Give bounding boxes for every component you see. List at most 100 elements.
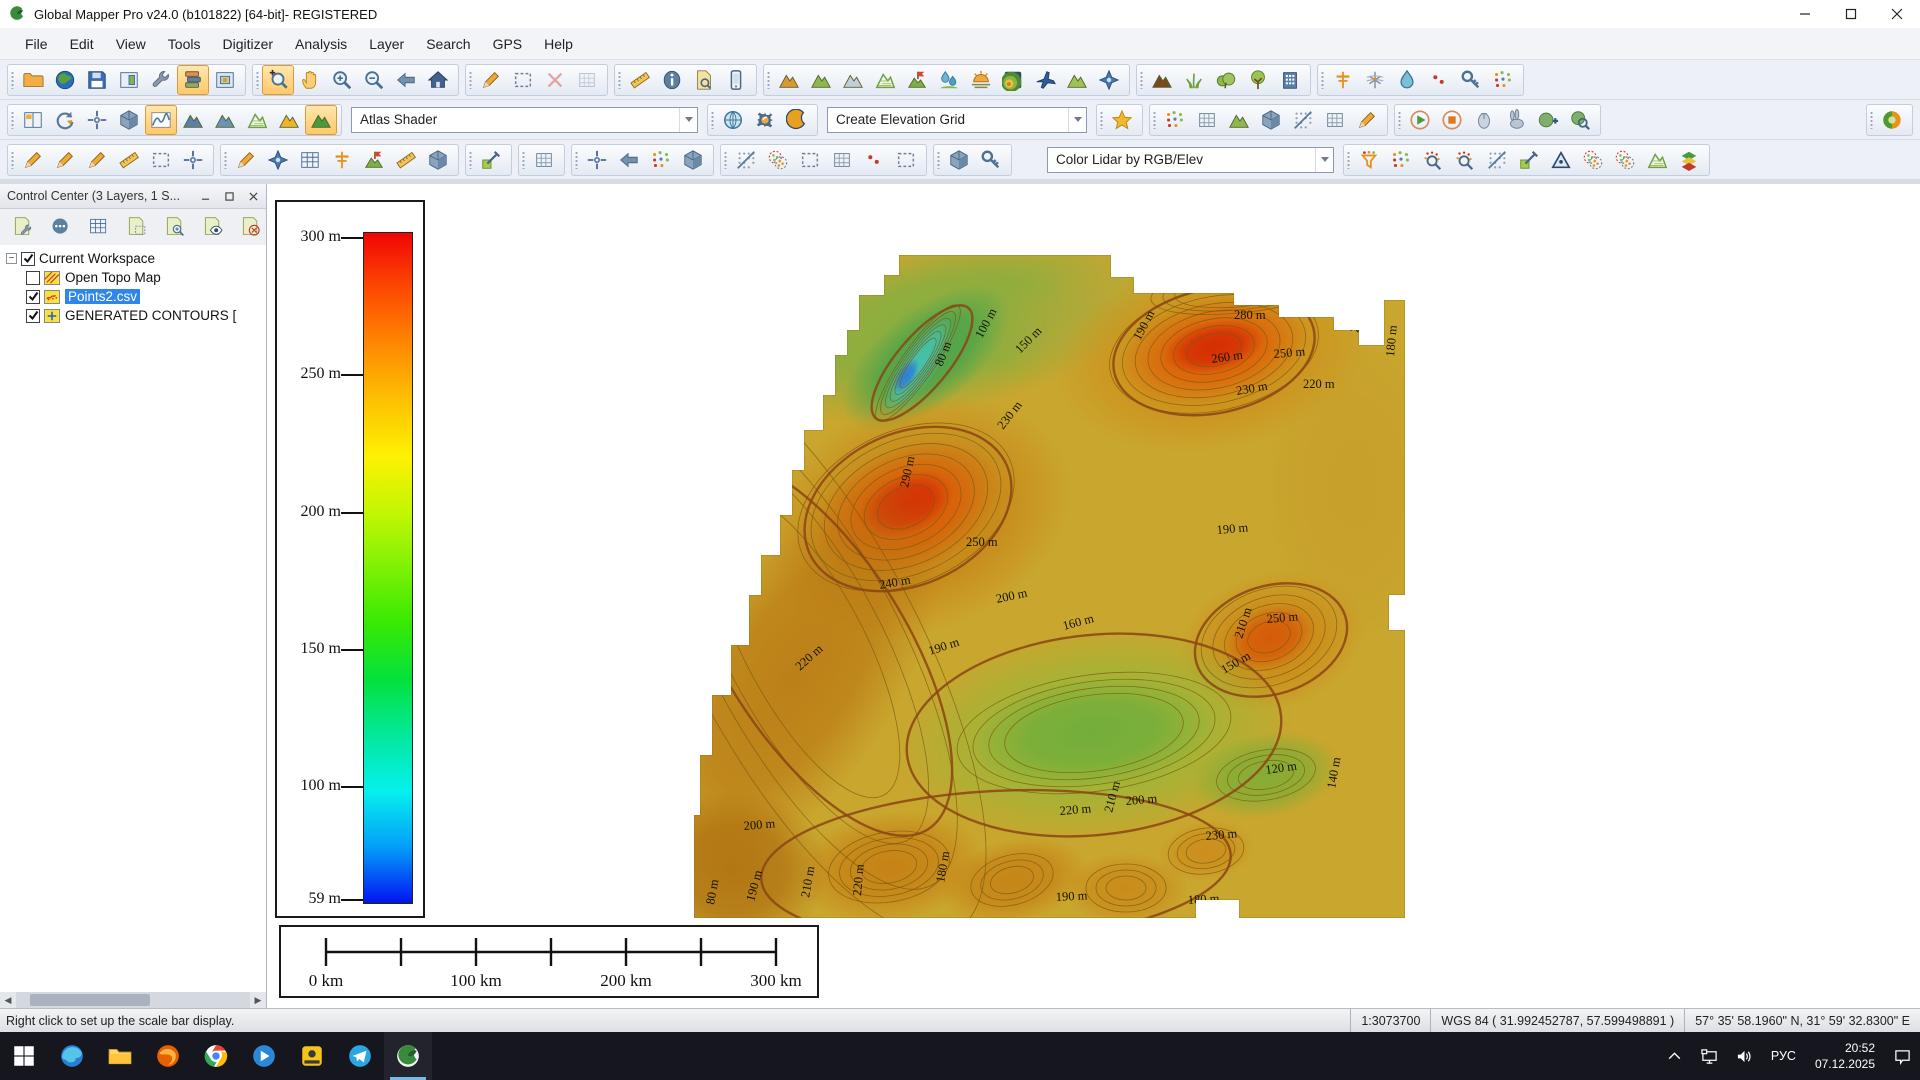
taskbar-file-explorer-app[interactable] xyxy=(96,1032,144,1080)
crop-selection[interactable] xyxy=(794,145,826,175)
world-imagery[interactable] xyxy=(1876,105,1908,135)
watershed-analysis[interactable] xyxy=(933,65,965,95)
recenter-view[interactable] xyxy=(81,105,113,135)
grass-features[interactable] xyxy=(1178,65,1210,95)
menu-digitizer[interactable]: Digitizer xyxy=(211,32,284,56)
power-lines[interactable] xyxy=(1359,65,1391,95)
grid-tools[interactable] xyxy=(1191,105,1223,135)
lidar-triangulate[interactable] xyxy=(1545,145,1577,175)
close-button[interactable] xyxy=(1874,0,1920,28)
menu-search[interactable]: Search xyxy=(415,32,481,56)
attribute-table-button[interactable] xyxy=(84,213,113,241)
taskbar-media-player-app[interactable] xyxy=(240,1032,288,1080)
mountain-features[interactable] xyxy=(1146,65,1178,95)
map-layout[interactable] xyxy=(113,65,145,95)
zoom-out[interactable] xyxy=(358,65,390,95)
clock[interactable]: 20:52 07.12.2025 xyxy=(1805,1040,1885,1072)
attach-tool[interactable] xyxy=(975,145,1007,175)
lidar-zoom[interactable] xyxy=(1417,145,1449,175)
utility-pole[interactable] xyxy=(1327,65,1359,95)
menu-tools[interactable]: Tools xyxy=(157,32,212,56)
favorites[interactable] xyxy=(1106,105,1138,135)
terrain-analysis[interactable] xyxy=(805,65,837,95)
sketch-tool[interactable] xyxy=(1351,105,1383,135)
delete-selected[interactable] xyxy=(539,65,571,95)
record-animation[interactable] xyxy=(1436,105,1468,135)
digitize-line[interactable] xyxy=(49,145,81,175)
tree-features[interactable] xyxy=(1242,65,1274,95)
select-layer-button[interactable] xyxy=(122,213,151,241)
lidar-segment[interactable] xyxy=(1609,145,1641,175)
digitize-rectangle[interactable] xyxy=(145,145,177,175)
lidar-layers[interactable] xyxy=(1673,145,1705,175)
taskbar-chrome-app[interactable] xyxy=(192,1032,240,1080)
create-grid[interactable] xyxy=(1319,105,1351,135)
layer-checkbox[interactable] xyxy=(21,252,35,266)
lidar-classify[interactable] xyxy=(1385,145,1417,175)
3d-view[interactable] xyxy=(113,105,145,135)
raster-palette[interactable] xyxy=(997,65,1029,95)
attribute-table[interactable] xyxy=(294,145,326,175)
insert-vertex[interactable] xyxy=(326,145,358,175)
lidar-thin[interactable] xyxy=(1481,145,1513,175)
full-extent[interactable] xyxy=(422,65,454,95)
extrude-feature[interactable] xyxy=(422,145,454,175)
lidar-cluster[interactable] xyxy=(1577,145,1609,175)
layer-item-current-workspace[interactable]: − Current Workspace xyxy=(0,249,266,268)
layer-item-points2-csv[interactable]: Points2.csv xyxy=(0,287,266,306)
layer-item-generated-contours[interactable]: GENERATED CONTOURS [ xyxy=(0,306,266,325)
taskbar-global-mapper-app[interactable] xyxy=(384,1032,432,1080)
digitize-point[interactable] xyxy=(17,145,49,175)
add-online-layer[interactable] xyxy=(1532,105,1564,135)
layer-label[interactable]: GENERATED CONTOURS [ xyxy=(65,308,236,323)
connect-device[interactable] xyxy=(720,65,752,95)
redistribute-vertices[interactable] xyxy=(645,145,677,175)
online-sources[interactable] xyxy=(717,105,749,135)
control-center-titlebar[interactable]: Control Center (3 Layers, 1 S... xyxy=(0,184,266,209)
expand-collapse-box[interactable]: − xyxy=(6,253,17,264)
scroll-left-arrow[interactable]: ◀ xyxy=(0,992,16,1008)
digitize-coordinate[interactable] xyxy=(177,145,209,175)
atlas-shader-select[interactable]: Atlas Shader xyxy=(351,107,698,133)
mouse-mode[interactable] xyxy=(1468,105,1500,135)
menu-file[interactable]: File xyxy=(14,32,59,56)
lidar-mode-select[interactable]: Color Lidar by RGB/Elev xyxy=(1047,147,1334,173)
view-shed[interactable] xyxy=(965,65,997,95)
layer-label[interactable]: Current Workspace xyxy=(39,251,155,266)
point-features[interactable] xyxy=(1423,65,1455,95)
save-workspace[interactable] xyxy=(81,65,113,95)
network-display-icon[interactable] xyxy=(1692,1032,1727,1080)
shrub-features[interactable] xyxy=(1210,65,1242,95)
taskbar-firefox-app[interactable] xyxy=(144,1032,192,1080)
terrain-grid[interactable] xyxy=(1223,105,1255,135)
menu-layer[interactable]: Layer xyxy=(358,32,415,56)
global-mapper-tools[interactable] xyxy=(781,105,813,135)
measure-tool[interactable] xyxy=(624,65,656,95)
open-file[interactable] xyxy=(17,65,49,95)
chevron-down-icon[interactable] xyxy=(679,108,697,132)
play-animation[interactable] xyxy=(1404,105,1436,135)
combine-features[interactable] xyxy=(762,145,794,175)
chevron-down-icon[interactable] xyxy=(1315,148,1333,172)
panel-minimize-button[interactable] xyxy=(194,186,216,206)
terrain-paint[interactable] xyxy=(1061,65,1093,95)
zoom-to-layer-button[interactable] xyxy=(161,213,190,241)
menu-edit[interactable]: Edit xyxy=(59,32,105,56)
hill-shading[interactable] xyxy=(241,105,273,135)
terrain-wireframe[interactable] xyxy=(869,65,901,95)
key-tool[interactable] xyxy=(1455,65,1487,95)
grid-select[interactable] xyxy=(571,65,603,95)
create-compass-rose[interactable] xyxy=(262,145,294,175)
chevron-down-icon[interactable] xyxy=(1068,108,1086,132)
zoom-in[interactable] xyxy=(326,65,358,95)
zoom-tool[interactable] xyxy=(262,65,294,95)
layer-label[interactable]: Points2.csv xyxy=(65,289,140,304)
previous-view[interactable] xyxy=(390,65,422,95)
language-indicator[interactable]: РУС xyxy=(1762,1032,1805,1080)
layer-label[interactable]: Open Topo Map xyxy=(65,270,161,285)
daylight-shading[interactable] xyxy=(273,105,305,135)
flag-terrain[interactable] xyxy=(901,65,933,95)
digitizer-tool[interactable] xyxy=(475,65,507,95)
split-grid[interactable] xyxy=(826,145,858,175)
elevation-values[interactable] xyxy=(209,105,241,135)
